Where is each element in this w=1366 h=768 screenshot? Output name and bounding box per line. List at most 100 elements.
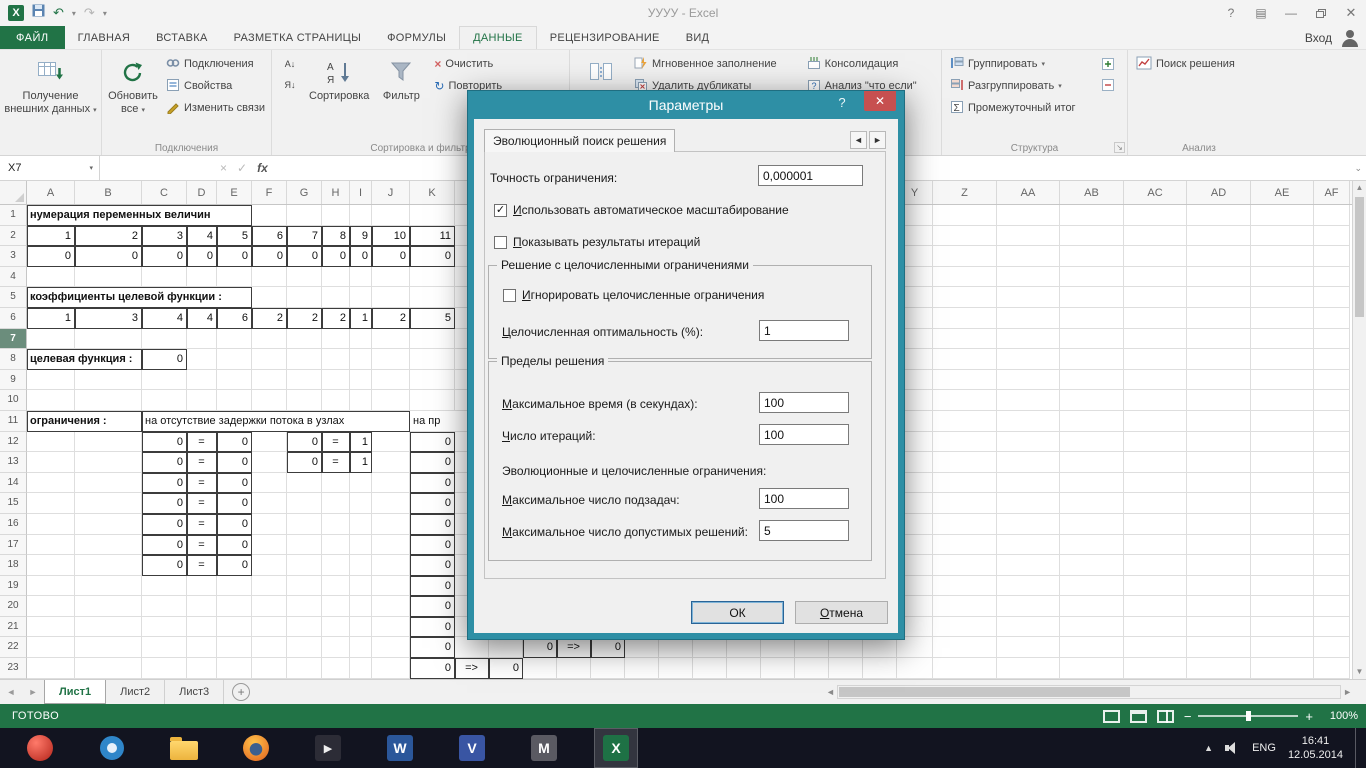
- cell-E14[interactable]: 0: [217, 472, 252, 494]
- cell-AE8[interactable]: [1251, 349, 1314, 370]
- cell-E22[interactable]: [217, 637, 252, 659]
- cell-AC6[interactable]: [1124, 307, 1187, 329]
- cell-E4[interactable]: [217, 266, 252, 288]
- cell-AC11[interactable]: [1124, 410, 1187, 432]
- redo-icon[interactable]: ↷: [84, 6, 95, 20]
- cell-C12[interactable]: 0: [142, 431, 187, 453]
- cell-H17[interactable]: [322, 534, 350, 556]
- cell-H12[interactable]: =: [322, 431, 350, 453]
- row-header-4[interactable]: 4: [0, 266, 27, 288]
- name-box-dropdown-icon[interactable]: ▾: [89, 164, 93, 172]
- cell-I16[interactable]: [350, 513, 372, 535]
- cell-C19[interactable]: [142, 575, 187, 597]
- cell-F8[interactable]: [252, 349, 287, 370]
- cell-B18[interactable]: [75, 555, 142, 576]
- cell-B22[interactable]: [75, 637, 142, 659]
- cell-AB1[interactable]: [1060, 205, 1124, 226]
- cell-B7[interactable]: [75, 328, 142, 350]
- cell-K22[interactable]: 0: [410, 637, 455, 659]
- cell-AC21[interactable]: [1124, 616, 1187, 638]
- cell-AD13[interactable]: [1187, 452, 1251, 473]
- cell-K12[interactable]: 0: [410, 431, 455, 453]
- cell-G17[interactable]: [287, 534, 322, 556]
- cell-H16[interactable]: [322, 513, 350, 535]
- cell-K7[interactable]: [410, 328, 455, 350]
- cell-Y22[interactable]: [897, 637, 933, 659]
- column-header-AF[interactable]: AF: [1314, 181, 1350, 204]
- cell-F9[interactable]: [252, 369, 287, 391]
- cell-W23[interactable]: [829, 658, 863, 679]
- cell-J7[interactable]: [372, 328, 410, 350]
- cell-AC23[interactable]: [1124, 658, 1187, 679]
- cell-AD5[interactable]: [1187, 287, 1251, 308]
- cell-B23[interactable]: [75, 658, 142, 679]
- cell-AF22[interactable]: [1314, 637, 1350, 659]
- row-header-12[interactable]: 12: [0, 431, 27, 453]
- cell-F18[interactable]: [252, 555, 287, 576]
- cell-AB2[interactable]: [1060, 225, 1124, 247]
- cell-AB18[interactable]: [1060, 555, 1124, 576]
- column-header-AE[interactable]: AE: [1251, 181, 1314, 204]
- cell-E2[interactable]: 5: [217, 225, 252, 247]
- column-header-C[interactable]: C: [142, 181, 187, 204]
- cell-AA9[interactable]: [997, 369, 1060, 391]
- cell-A4[interactable]: [27, 266, 75, 288]
- cell-AF10[interactable]: [1314, 390, 1350, 411]
- sign-in-link[interactable]: Вход: [1305, 26, 1332, 50]
- cell-AC9[interactable]: [1124, 369, 1187, 391]
- row-header-2[interactable]: 2: [0, 225, 27, 247]
- cell-AA6[interactable]: [997, 307, 1060, 329]
- cell-H21[interactable]: [322, 616, 350, 638]
- tab-data[interactable]: ДАННЫЕ: [459, 26, 537, 49]
- customize-qat-icon[interactable]: ▾: [103, 9, 107, 18]
- cell-Q22[interactable]: [625, 637, 659, 659]
- cell-AB13[interactable]: [1060, 452, 1124, 473]
- cell-G10[interactable]: [287, 390, 322, 411]
- cell-B16[interactable]: [75, 513, 142, 535]
- cell-AD21[interactable]: [1187, 616, 1251, 638]
- cell-AF2[interactable]: [1314, 225, 1350, 247]
- cell-AE7[interactable]: [1251, 328, 1314, 350]
- cell-W22[interactable]: [829, 637, 863, 659]
- ribbon-display-options-icon[interactable]: ▤: [1246, 0, 1276, 26]
- cell-AE21[interactable]: [1251, 616, 1314, 638]
- hscroll-right-icon[interactable]: ►: [1343, 687, 1352, 697]
- cell-AD1[interactable]: [1187, 205, 1251, 226]
- cell-A10[interactable]: [27, 390, 75, 411]
- cell-B12[interactable]: [75, 431, 142, 453]
- cell-Z18[interactable]: [933, 555, 997, 576]
- cell-I23[interactable]: [350, 658, 372, 679]
- cell-AB21[interactable]: [1060, 616, 1124, 638]
- cell-A8[interactable]: целевая функция :: [27, 349, 142, 370]
- cell-F17[interactable]: [252, 534, 287, 556]
- cell-N22[interactable]: 0: [523, 637, 557, 659]
- cell-B2[interactable]: 2: [75, 225, 142, 247]
- cell-AA20[interactable]: [997, 596, 1060, 617]
- cell-Z23[interactable]: [933, 658, 997, 679]
- cell-C21[interactable]: [142, 616, 187, 638]
- cell-F1[interactable]: [252, 205, 287, 226]
- page-layout-view-icon[interactable]: [1129, 709, 1147, 723]
- cell-Z5[interactable]: [933, 287, 997, 308]
- cell-A12[interactable]: [27, 431, 75, 453]
- cell-AD11[interactable]: [1187, 410, 1251, 432]
- cell-H18[interactable]: [322, 555, 350, 576]
- cell-O22[interactable]: =>: [557, 637, 591, 659]
- row-header-21[interactable]: 21: [0, 616, 27, 638]
- cell-K6[interactable]: 5: [410, 307, 455, 329]
- hscroll-left-icon[interactable]: ◄: [826, 687, 835, 697]
- help-icon[interactable]: ?: [1216, 0, 1246, 26]
- cell-AF3[interactable]: [1314, 246, 1350, 267]
- cell-AB12[interactable]: [1060, 431, 1124, 453]
- cell-D21[interactable]: [187, 616, 217, 638]
- cell-E10[interactable]: [217, 390, 252, 411]
- cell-J6[interactable]: 2: [372, 307, 410, 329]
- column-header-Z[interactable]: Z: [933, 181, 997, 204]
- cell-AE16[interactable]: [1251, 513, 1314, 535]
- cell-AF17[interactable]: [1314, 534, 1350, 556]
- cell-AD10[interactable]: [1187, 390, 1251, 411]
- cell-AE12[interactable]: [1251, 431, 1314, 453]
- cell-A16[interactable]: [27, 513, 75, 535]
- cell-E13[interactable]: 0: [217, 452, 252, 473]
- cell-F3[interactable]: 0: [252, 246, 287, 267]
